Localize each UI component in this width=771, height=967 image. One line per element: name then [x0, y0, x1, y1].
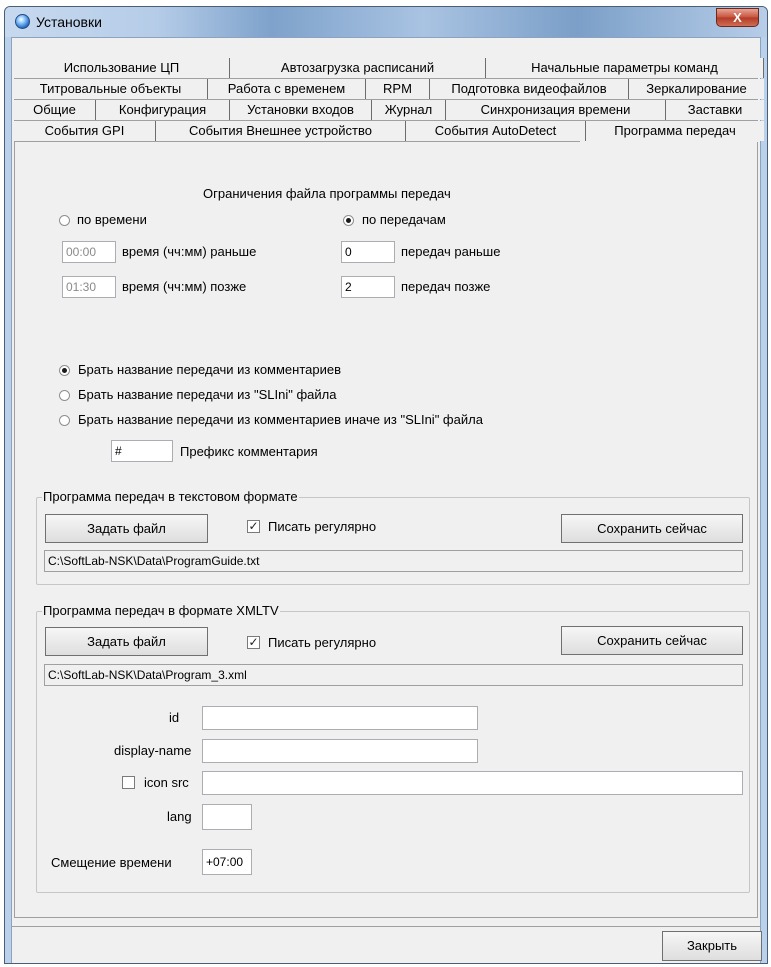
time-before-label: время (чч:мм) раньше	[122, 244, 257, 259]
app-globe-icon	[15, 14, 30, 29]
xmltv-set-file-button[interactable]: Задать файл	[45, 627, 208, 656]
text-set-file-button[interactable]: Задать файл	[45, 514, 208, 543]
tab-configuration[interactable]: Конфигурация	[96, 100, 230, 120]
tab-external-device-events[interactable]: События Внешнее устройство	[156, 121, 406, 141]
programs-before-label: передач раньше	[401, 244, 501, 259]
comment-prefix-input[interactable]: #	[111, 440, 173, 462]
text-write-regularly-checkbox[interactable]: ✓	[247, 520, 260, 533]
tab-row-4: События GPI События Внешнее устройство С…	[14, 121, 764, 141]
time-before-input[interactable]: 00:00	[62, 241, 116, 263]
text-format-group-title: Программа передач в текстовом формате	[42, 489, 299, 504]
radio-selected-dot	[62, 368, 67, 373]
time-after-label: время (чч:мм) позже	[122, 279, 247, 294]
tab-row-2: Титровальные объекты Работа с временем R…	[14, 79, 764, 99]
title-bar[interactable]: Установки X	[5, 7, 767, 37]
text-file-path: C:\SoftLab-NSK\Data\ProgramGuide.txt	[44, 550, 743, 572]
name-from-comments-label: Брать название передачи из комментариев	[78, 362, 342, 377]
program-guide-panel: Ограничения файла программы передач по в…	[14, 142, 758, 918]
display-name-input[interactable]	[202, 739, 478, 763]
icon-src-checkbox[interactable]	[122, 776, 135, 789]
xmltv-group-title: Программа передач в формате XMLTV	[42, 603, 280, 618]
tab-input-settings[interactable]: Установки входов	[230, 100, 372, 120]
by-time-label: по времени	[77, 212, 147, 227]
id-input[interactable]	[202, 706, 478, 730]
time-after-input[interactable]: 01:30	[62, 276, 116, 298]
radio-selected-dot	[346, 218, 351, 223]
programs-after-label: передач позже	[401, 279, 491, 294]
programs-before-input[interactable]: 0	[341, 241, 395, 263]
tab-command-initial-params[interactable]: Начальные параметры команд	[486, 58, 764, 78]
name-from-comments-or-slini-label: Брать название передачи из комментариев …	[78, 412, 483, 427]
lang-input[interactable]	[202, 804, 252, 830]
tab-program-guide[interactable]: Программа передач	[586, 121, 764, 141]
by-programs-radio[interactable]	[343, 215, 354, 226]
xmltv-group: Программа передач в формате XMLTV Задать…	[36, 603, 750, 893]
tab-row-3: Общие Конфигурация Установки входов Журн…	[14, 100, 764, 120]
window-title: Установки	[36, 14, 102, 30]
limits-heading: Ограничения файла программы передач	[203, 186, 451, 201]
tab-video-prep[interactable]: Подготовка видеофайлов	[430, 79, 629, 99]
text-write-regularly-label: Писать регулярно	[268, 519, 377, 534]
settings-window: Установки X Использование ЦП Автозагрузк…	[4, 6, 768, 964]
by-time-radio[interactable]	[59, 215, 70, 226]
xmltv-file-path: C:\SoftLab-NSK\Data\Program_3.xml	[44, 664, 743, 686]
programs-after-input[interactable]: 2	[341, 276, 395, 298]
icon-src-input[interactable]	[202, 771, 743, 795]
xmltv-write-regularly-checkbox[interactable]: ✓	[247, 636, 260, 649]
tab-time-sync[interactable]: Синхронизация времени	[446, 100, 666, 120]
display-name-label: display-name	[114, 743, 192, 758]
lang-label: lang	[167, 809, 192, 824]
tab-schedule-autoload[interactable]: Автозагрузка расписаний	[230, 58, 486, 78]
xmltv-write-regularly-label: Писать регулярно	[268, 635, 377, 650]
tab-rpm[interactable]: RPM	[366, 79, 430, 99]
id-label: id	[169, 710, 180, 725]
close-button[interactable]: Закрыть	[662, 931, 762, 961]
tab-cpu-usage[interactable]: Использование ЦП	[14, 58, 230, 78]
tab-time-work[interactable]: Работа с временем	[208, 79, 366, 99]
icon-src-label: icon src	[144, 775, 189, 790]
footer-divider	[12, 926, 760, 927]
tab-general[interactable]: Общие	[14, 100, 96, 120]
text-format-group: Программа передач в текстовом формате За…	[36, 489, 750, 585]
tab-gpi-events[interactable]: События GPI	[14, 121, 156, 141]
name-from-slini-label: Брать название передачи из "SLIni" файла	[78, 387, 337, 402]
by-programs-label: по передачам	[362, 212, 446, 227]
xmltv-save-now-button[interactable]: Сохранить сейчас	[561, 626, 743, 655]
window-close-button[interactable]: X	[716, 8, 759, 27]
name-from-comments-radio[interactable]	[59, 365, 70, 376]
tab-journal[interactable]: Журнал	[372, 100, 446, 120]
tab-title-objects[interactable]: Титровальные объекты	[14, 79, 208, 99]
comment-prefix-label: Префикс комментария	[180, 444, 318, 459]
tab-mirroring[interactable]: Зеркалирование	[629, 79, 764, 99]
text-save-now-button[interactable]: Сохранить сейчас	[561, 514, 743, 543]
name-from-comments-or-slini-radio[interactable]	[59, 415, 70, 426]
time-offset-input[interactable]: +07:00	[202, 849, 252, 875]
name-from-slini-radio[interactable]	[59, 390, 70, 401]
tab-row-1: Использование ЦП Автозагрузка расписаний…	[14, 58, 764, 78]
client-area: Использование ЦП Автозагрузка расписаний…	[11, 37, 764, 963]
tab-autodetect-events[interactable]: События AutoDetect	[406, 121, 586, 141]
time-offset-label: Смещение времени	[51, 855, 172, 870]
tab-screensavers[interactable]: Заставки	[666, 100, 764, 120]
